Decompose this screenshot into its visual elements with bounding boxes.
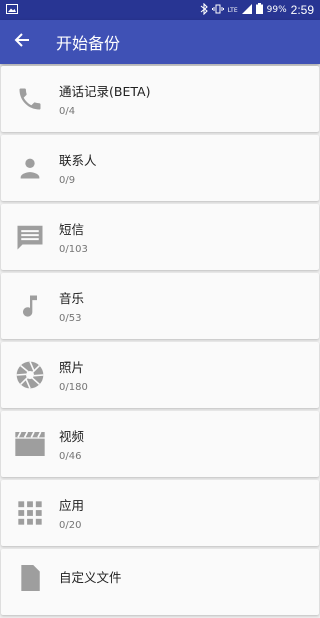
list-item-music[interactable]: 音乐 0/53 [1, 273, 319, 339]
item-title: 短信 [59, 222, 85, 237]
file-icon [1, 549, 59, 615]
item-title: 音乐 [59, 291, 85, 306]
item-count: 0/20 [59, 520, 82, 531]
page-title: 开始备份 [56, 34, 121, 53]
music-note-icon [1, 273, 59, 339]
network-type-label: LTE [227, 6, 238, 14]
message-icon [1, 204, 59, 270]
status-bar: LTE 99% 2:59 [0, 0, 320, 20]
item-title: 应用 [59, 498, 85, 513]
item-title: 照片 [59, 360, 85, 375]
battery-percent: 99% [266, 5, 287, 15]
item-title: 联系人 [59, 153, 97, 168]
apps-grid-icon [1, 480, 59, 546]
back-button[interactable] [0, 20, 44, 64]
person-icon [1, 135, 59, 201]
item-title: 视频 [59, 429, 85, 444]
list-item-apps[interactable]: 应用 0/20 [1, 480, 319, 546]
battery-icon [255, 3, 263, 17]
list-item-videos[interactable]: 视频 0/46 [1, 411, 319, 477]
gallery-notification-icon [6, 3, 18, 17]
signal-icon [241, 3, 252, 17]
list-item-photos[interactable]: 照片 0/180 [1, 342, 319, 408]
app-bar: 开始备份 [0, 20, 320, 64]
clock: 2:59 [290, 3, 314, 17]
item-count: 0/103 [59, 244, 88, 255]
bluetooth-icon [200, 2, 208, 18]
item-count: 0/53 [59, 313, 82, 324]
list-item-sms[interactable]: 短信 0/103 [1, 204, 319, 270]
phone-icon [1, 66, 59, 132]
vibrate-icon [211, 4, 224, 17]
list-item-contacts[interactable]: 联系人 0/9 [1, 135, 319, 201]
arrow-back-icon [14, 32, 30, 52]
backup-category-list: 通话记录(BETA) 0/4 联系人 0/9 短信 0/103 音乐 0/53 [0, 64, 320, 618]
item-count: 0/4 [59, 106, 76, 117]
item-title: 自定义文件 [59, 570, 122, 585]
item-title: 通话记录(BETA) [59, 84, 151, 99]
item-count: 0/46 [59, 451, 82, 462]
item-count: 0/180 [59, 382, 88, 393]
camera-shutter-icon [1, 342, 59, 408]
list-item-custom-files[interactable]: 自定义文件 [1, 549, 319, 615]
item-count: 0/9 [59, 175, 76, 186]
list-item-call-log[interactable]: 通话记录(BETA) 0/4 [1, 66, 319, 132]
clapperboard-icon [1, 411, 59, 477]
